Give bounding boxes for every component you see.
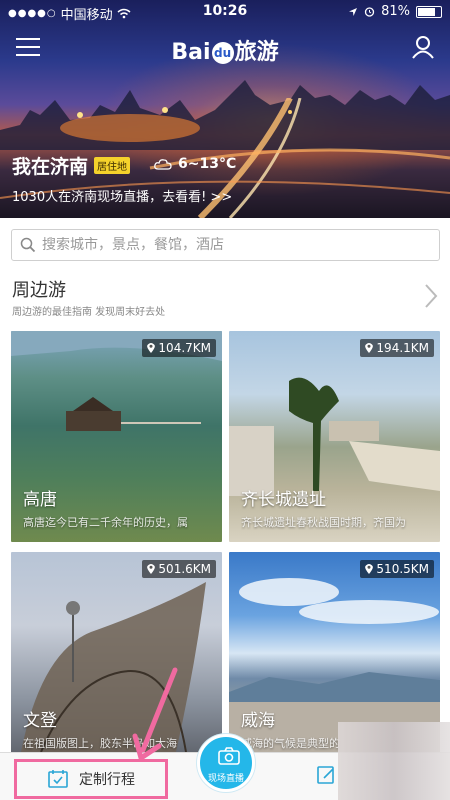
current-city[interactable]: 我在济南 居住地 (12, 152, 131, 179)
pink-arrow-annotation (132, 667, 178, 761)
great-wall-image (229, 377, 440, 496)
chevron-right-icon[interactable] (424, 283, 438, 309)
calendar-check-icon (48, 770, 68, 788)
location-pin-icon (147, 343, 156, 353)
alarm-icon (364, 7, 375, 17)
distance-badge: 501.6KM (142, 560, 216, 578)
weather: 6~13°C (154, 156, 236, 172)
distance-badge: 510.5KM (360, 560, 434, 578)
custom-trip-label: 定制行程 (79, 772, 135, 788)
logo-text-travel: 旅游 (234, 40, 279, 65)
destination-desc: 齐长城遗址春秋战国时期，齐国为 (241, 516, 406, 529)
location-pin-icon (147, 564, 156, 574)
battery-percent: 81% (381, 4, 410, 19)
logo-text-bai: Bai (171, 40, 211, 65)
live-stream-button[interactable]: 现场直播 (197, 734, 255, 792)
cloud-icon (154, 159, 172, 170)
destination-card[interactable]: 104.7KM 高唐 高唐迄今已有二千余年的历史，属 (11, 331, 222, 542)
destination-name: 威海 (241, 711, 275, 731)
live-stream-label: 现场直播 (207, 774, 244, 784)
distance-value: 194.1KM (376, 341, 429, 355)
distance-value: 510.5KM (376, 562, 429, 576)
search-bar[interactable] (11, 229, 440, 261)
location-arrow-icon (349, 7, 358, 16)
destination-desc: 在祖国版图上，胶东半岛如大海 (23, 737, 177, 750)
destination-card[interactable]: 194.1KM 齐长城遗址 齐长城遗址春秋战国时期，齐国为 (229, 331, 440, 542)
edit-icon[interactable] (316, 764, 338, 786)
search-input[interactable] (42, 237, 422, 253)
destination-name: 文登 (23, 711, 57, 731)
user-icon[interactable] (412, 35, 434, 59)
distance-value: 104.7KM (158, 341, 211, 355)
paw-icon: du (211, 42, 234, 64)
city-label: 我在济南 (12, 156, 89, 178)
battery-icon (416, 5, 442, 18)
distance-value: 501.6KM (158, 562, 211, 576)
sculpture-image (21, 582, 206, 753)
destination-desc: 高唐迄今已有二千余年的历史，属 (23, 516, 188, 529)
camera-icon (218, 747, 240, 765)
baidu-travel-logo: Bai du 旅游 (0, 34, 450, 66)
live-count-link[interactable]: 1030人在济南现场直播，去看看! >> (12, 186, 232, 205)
temperature: 6~13°C (178, 156, 237, 172)
section-title[interactable]: 周边游 (12, 276, 66, 302)
destination-card[interactable]: 501.6KM 文登 在祖国版图上，胶东半岛如大海 (11, 552, 222, 763)
search-icon (20, 237, 36, 253)
location-pin-icon (365, 564, 374, 574)
location-pin-icon (365, 343, 374, 353)
distance-badge: 104.7KM (142, 339, 216, 357)
lake-pavilion-image (11, 331, 222, 431)
section-subtitle: 周边游的最佳指南 发现周末好去处 (12, 307, 166, 318)
status-bar: ●●●●○ 中国移动 10:26 81% (0, 0, 450, 23)
destination-name: 齐长城遗址 (241, 490, 326, 510)
destination-name: 高唐 (23, 490, 57, 510)
residence-badge: 居住地 (94, 157, 131, 174)
distance-badge: 194.1KM (360, 339, 434, 357)
hero-banner[interactable]: ●●●●○ 中国移动 10:26 81% Bai du 旅游 我在济南 居住地 6~… (0, 0, 450, 218)
obscured-area (338, 722, 450, 800)
